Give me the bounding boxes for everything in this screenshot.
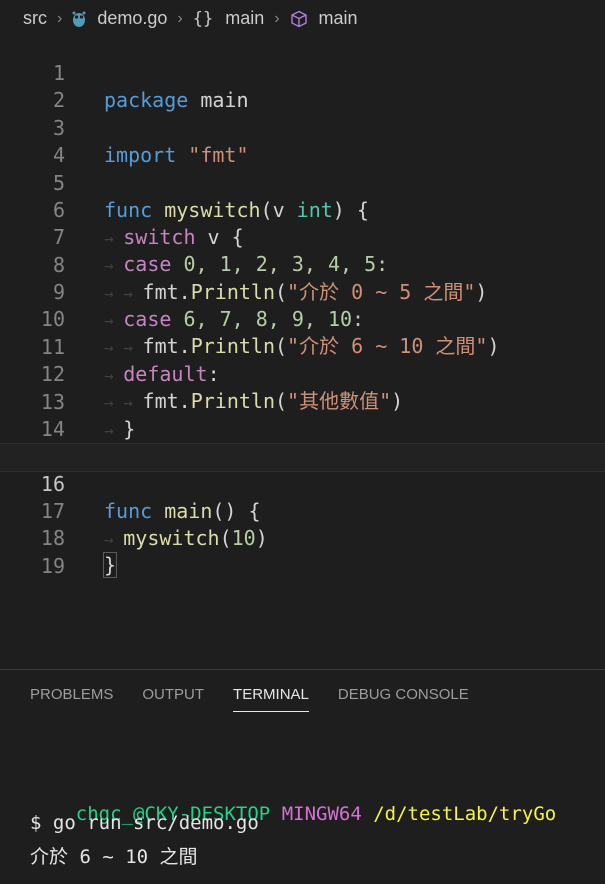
breadcrumb-file[interactable]: demo.go	[97, 8, 167, 29]
braces-icon: {}	[192, 8, 214, 29]
cube-icon	[290, 10, 307, 27]
chevron-right-icon: ›	[177, 9, 183, 27]
code-line: 18 }	[0, 498, 605, 578]
code-line: 6 → switch v {	[0, 170, 605, 249]
breadcrumb-folder[interactable]: src	[23, 8, 47, 29]
code-editor[interactable]: 1 package main 2 3 import "fmt" 4 5 func…	[0, 33, 605, 669]
breadcrumb-symbol[interactable]: main	[319, 8, 358, 29]
bottom-panel: PROBLEMS OUTPUT TERMINAL DEBUG CONSOLE c…	[0, 669, 605, 884]
code-line: 17 → myswitch(10)	[0, 471, 605, 550]
code-line: 10 → → fmt.Println("介於 6 ~ 10 之間")	[0, 279, 605, 358]
line-number: 19	[40, 554, 65, 578]
code-line: 4	[0, 115, 605, 167]
breadcrumb-func[interactable]: main	[225, 8, 264, 29]
token: }	[102, 552, 118, 578]
code-line: 7 → case 0, 1, 2, 3, 4, 5:	[0, 197, 605, 276]
code-line: 9 → case 6, 7, 8, 9, 10:	[0, 252, 605, 331]
terminal-output: 介於 6 ~ 10 之間	[30, 846, 198, 868]
chevron-right-icon: ›	[274, 9, 280, 27]
tab-output[interactable]: OUTPUT	[142, 686, 204, 712]
chevron-right-icon: ›	[57, 9, 63, 27]
code-line: 12 → → fmt.Println("其他數值")	[0, 334, 605, 413]
code-line: 11 → default:	[0, 307, 605, 386]
code-line: 13 → }	[0, 362, 605, 441]
code-line: 14 }	[0, 389, 605, 468]
breadcrumb: src › demo.go › {} main › main	[0, 0, 605, 37]
terminal-env: MINGW64	[281, 803, 362, 825]
tab-problems[interactable]: PROBLEMS	[30, 686, 113, 712]
code-line: 19	[0, 526, 605, 578]
terminal-command[interactable]: $ go run src/demo.go	[30, 812, 259, 834]
code-line: 8 → → fmt.Println("介於 0 ~ 5 之間")	[0, 225, 605, 304]
code-line: 15	[0, 416, 605, 468]
code-line-active: 16 func main() {	[0, 443, 605, 523]
panel-tabs: PROBLEMS OUTPUT TERMINAL DEBUG CONSOLE	[30, 686, 469, 712]
go-file-icon	[72, 11, 86, 27]
tab-debug-console[interactable]: DEBUG CONSOLE	[338, 686, 469, 712]
tab-terminal[interactable]: TERMINAL	[233, 686, 309, 712]
code-line: 2	[0, 60, 605, 112]
terminal-path: /d/testLab/tryGo	[373, 803, 557, 825]
code-line: 1 package main	[0, 33, 605, 112]
code-line: 3 import "fmt"	[0, 88, 605, 167]
code-line: 5 func myswitch(v int) {	[0, 143, 605, 222]
